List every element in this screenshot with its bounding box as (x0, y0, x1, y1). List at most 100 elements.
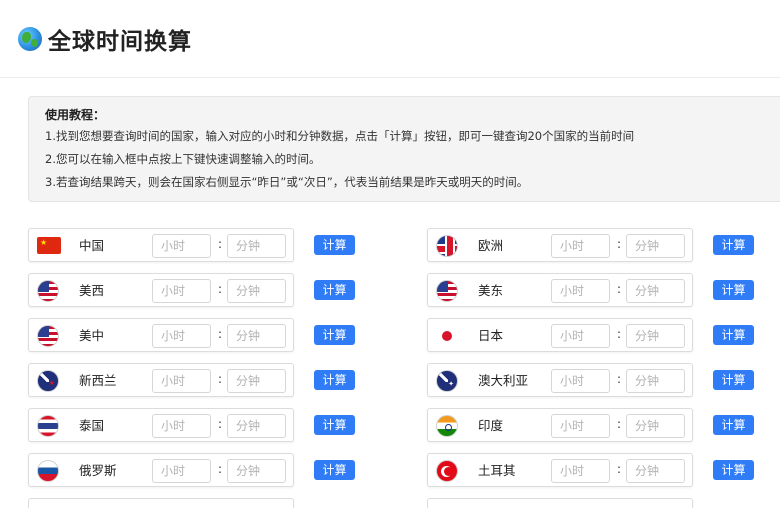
country-card: 印度 : (427, 408, 693, 442)
hour-input[interactable] (551, 234, 610, 258)
country-row-russia: 俄罗斯 : 计算 (28, 453, 368, 498)
india-flag-icon (436, 415, 458, 437)
minute-input[interactable] (626, 459, 685, 483)
country-name: 泰国 (79, 418, 105, 433)
tutorial-line-3: 3.若查询结果跨天，则会在国家右侧显示“昨日”或“次日”，代表当前结果是昨天或明… (45, 175, 529, 189)
hour-input[interactable] (551, 459, 610, 483)
time-separator: : (218, 462, 223, 476)
country-name: 澳大利亚 (478, 373, 529, 388)
globe-icon (18, 26, 42, 51)
usa-flag-icon (37, 325, 59, 347)
country-name: 印度 (478, 418, 504, 433)
hour-input[interactable] (152, 369, 211, 393)
country-name: 欧洲 (478, 238, 504, 253)
calculate-button[interactable]: 计算 (713, 235, 754, 255)
australia-flag-icon (436, 370, 458, 392)
country-name: 美东 (478, 283, 504, 298)
country-card: 中国 : (28, 228, 294, 262)
hour-input[interactable] (551, 279, 610, 303)
country-name: 美西 (79, 283, 105, 298)
country-name: 土耳其 (478, 463, 516, 478)
minute-input[interactable] (227, 369, 286, 393)
country-name: 中国 (79, 238, 105, 253)
country-row-turkey: 土耳其 : 计算 (427, 453, 767, 498)
country-row-us-central: 美中 : 计算 (28, 318, 368, 363)
minute-input[interactable] (227, 234, 286, 258)
country-card: 欧洲 : (427, 228, 693, 262)
country-row-india: 印度 : 计算 (427, 408, 767, 453)
minute-input[interactable] (227, 459, 286, 483)
hour-input[interactable] (551, 414, 610, 438)
country-row-us-west: 美西 : 计算 (28, 273, 368, 318)
country-row-japan: 日本 : 计算 (427, 318, 767, 363)
country-row-china: 中国 : 计算 (28, 228, 368, 273)
time-separator: : (617, 282, 622, 296)
time-separator: : (617, 372, 622, 386)
uk-flag-icon (436, 235, 458, 257)
time-separator: : (218, 327, 223, 341)
country-card: 美西 : (28, 273, 294, 307)
country-card: 澳大利亚 : (427, 363, 693, 397)
japan-flag-icon (436, 325, 458, 347)
hour-input[interactable] (152, 459, 211, 483)
calculate-button[interactable]: 计算 (314, 460, 355, 480)
country-row-new-zealand: 新西兰 : 计算 (28, 363, 368, 408)
page-title: 全球时间换算 (48, 28, 192, 55)
time-separator: : (218, 417, 223, 431)
minute-input[interactable] (227, 414, 286, 438)
calculate-button[interactable]: 计算 (713, 370, 754, 390)
time-separator: : (218, 282, 223, 296)
country-card: 泰国 : (28, 408, 294, 442)
minute-input[interactable] (227, 279, 286, 303)
country-card: 俄罗斯 : (28, 453, 294, 487)
time-separator: : (218, 372, 223, 386)
country-name: 新西兰 (79, 373, 117, 388)
country-name: 俄罗斯 (79, 463, 117, 478)
time-separator: : (617, 417, 622, 431)
minute-input[interactable] (626, 324, 685, 348)
hour-input[interactable] (152, 279, 211, 303)
hour-input[interactable] (551, 369, 610, 393)
country-column-right: 欧洲 : 计算 美东 : 计算 日本 : 计算 澳大利亚 (427, 228, 767, 508)
country-card: 美东 : (427, 273, 693, 307)
minute-input[interactable] (227, 324, 286, 348)
hour-input[interactable] (152, 324, 211, 348)
country-row-australia: 澳大利亚 : 计算 (427, 363, 767, 408)
page-header: 全球时间换算 (0, 0, 780, 78)
calculate-button[interactable]: 计算 (713, 280, 754, 300)
tutorial-line-2: 2.您可以在输入框中点按上下键快速调整输入的时间。 (45, 152, 321, 166)
minute-input[interactable] (626, 369, 685, 393)
time-separator: : (617, 327, 622, 341)
country-card: 土耳其 : (427, 453, 693, 487)
time-separator: : (617, 462, 622, 476)
time-separator: : (218, 237, 223, 251)
calculate-button[interactable]: 计算 (713, 415, 754, 435)
tutorial-panel: 使用教程： 1.找到您想要查询时间的国家，输入对应的小时和分钟数据，点击「计算」… (28, 96, 780, 202)
minute-input[interactable] (626, 279, 685, 303)
calculate-button[interactable]: 计算 (713, 325, 754, 345)
hour-input[interactable] (152, 234, 211, 258)
russia-flag-icon (37, 460, 59, 482)
calculate-button[interactable]: 计算 (314, 415, 355, 435)
hour-input[interactable] (551, 324, 610, 348)
tutorial-line-1: 1.找到您想要查询时间的国家，输入对应的小时和分钟数据，点击「计算」按钮，即可一… (45, 129, 635, 143)
country-card: 美中 : (28, 318, 294, 352)
country-card: 日本 : (427, 318, 693, 352)
minute-input[interactable] (626, 234, 685, 258)
calculate-button[interactable]: 计算 (314, 235, 355, 255)
country-row-europe: 欧洲 : 计算 (427, 228, 767, 273)
calculate-button[interactable]: 计算 (314, 325, 355, 345)
china-flag-icon (37, 237, 61, 254)
usa-flag-icon (37, 280, 59, 302)
calculate-button[interactable]: 计算 (314, 370, 355, 390)
new-zealand-flag-icon (37, 370, 59, 392)
calculate-button[interactable]: 计算 (314, 280, 355, 300)
usa-flag-icon (436, 280, 458, 302)
country-name: 日本 (478, 328, 504, 343)
calculate-button[interactable]: 计算 (713, 460, 754, 480)
hour-input[interactable] (152, 414, 211, 438)
minute-input[interactable] (626, 414, 685, 438)
country-row-thailand: 泰国 : 计算 (28, 408, 368, 453)
country-name: 美中 (79, 328, 105, 343)
country-row-us-east: 美东 : 计算 (427, 273, 767, 318)
